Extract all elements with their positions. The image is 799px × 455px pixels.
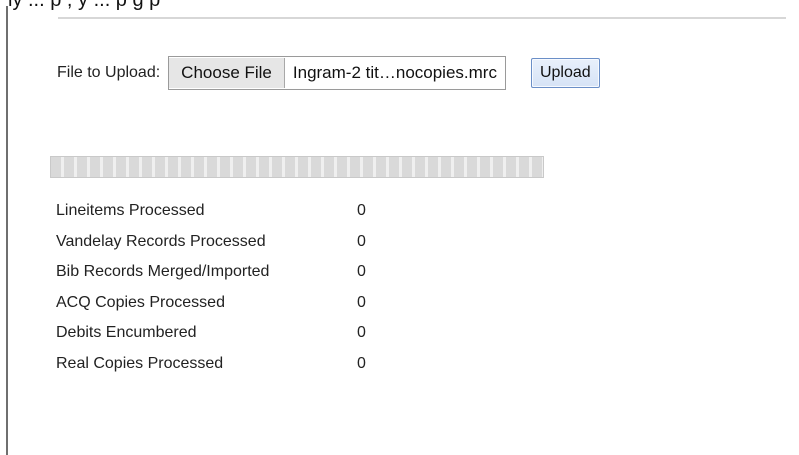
stats-table: Lineitems Processed 0 Vandelay Records P…	[56, 196, 397, 379]
stat-label: Vandelay Records Processed	[56, 232, 266, 250]
stat-label: Lineitems Processed	[56, 202, 205, 220]
stat-label: ACQ Copies Processed	[56, 293, 225, 311]
progress-bar	[50, 156, 544, 178]
stat-value: 0	[357, 354, 366, 372]
file-input[interactable]: Choose File Ingram-2 tit…nocopies.mrc	[168, 56, 506, 90]
cropped-header-text: ly ... p , y ... p g p	[8, 0, 161, 11]
stat-label: Debits Encumbered	[56, 324, 197, 342]
stat-row: Vandelay Records Processed 0	[56, 227, 397, 258]
stat-value: 0	[357, 202, 366, 220]
upload-row: File to Upload: Choose File Ingram-2 tit…	[57, 56, 600, 90]
stat-value: 0	[357, 232, 366, 250]
page: ly ... p , y ... p g p File to Upload: C…	[0, 0, 799, 455]
stat-label: Bib Records Merged/Imported	[56, 263, 270, 281]
upload-button[interactable]: Upload	[530, 58, 600, 88]
stat-row: Debits Encumbered 0	[56, 318, 397, 349]
stat-row: Real Copies Processed 0	[56, 349, 397, 380]
stat-value: 0	[357, 263, 366, 281]
stat-value: 0	[357, 324, 366, 342]
stat-value: 0	[357, 293, 366, 311]
stat-row: Lineitems Processed 0	[56, 196, 397, 227]
left-border	[6, 6, 8, 455]
file-upload-label: File to Upload:	[57, 64, 161, 81]
stat-row: ACQ Copies Processed 0	[56, 288, 397, 319]
stat-row: Bib Records Merged/Imported 0	[56, 257, 397, 288]
selected-file-name: Ingram-2 tit…nocopies.mrc	[292, 63, 497, 82]
choose-file-button[interactable]: Choose File	[169, 58, 285, 88]
stat-label: Real Copies Processed	[56, 354, 224, 372]
top-divider	[58, 17, 786, 19]
